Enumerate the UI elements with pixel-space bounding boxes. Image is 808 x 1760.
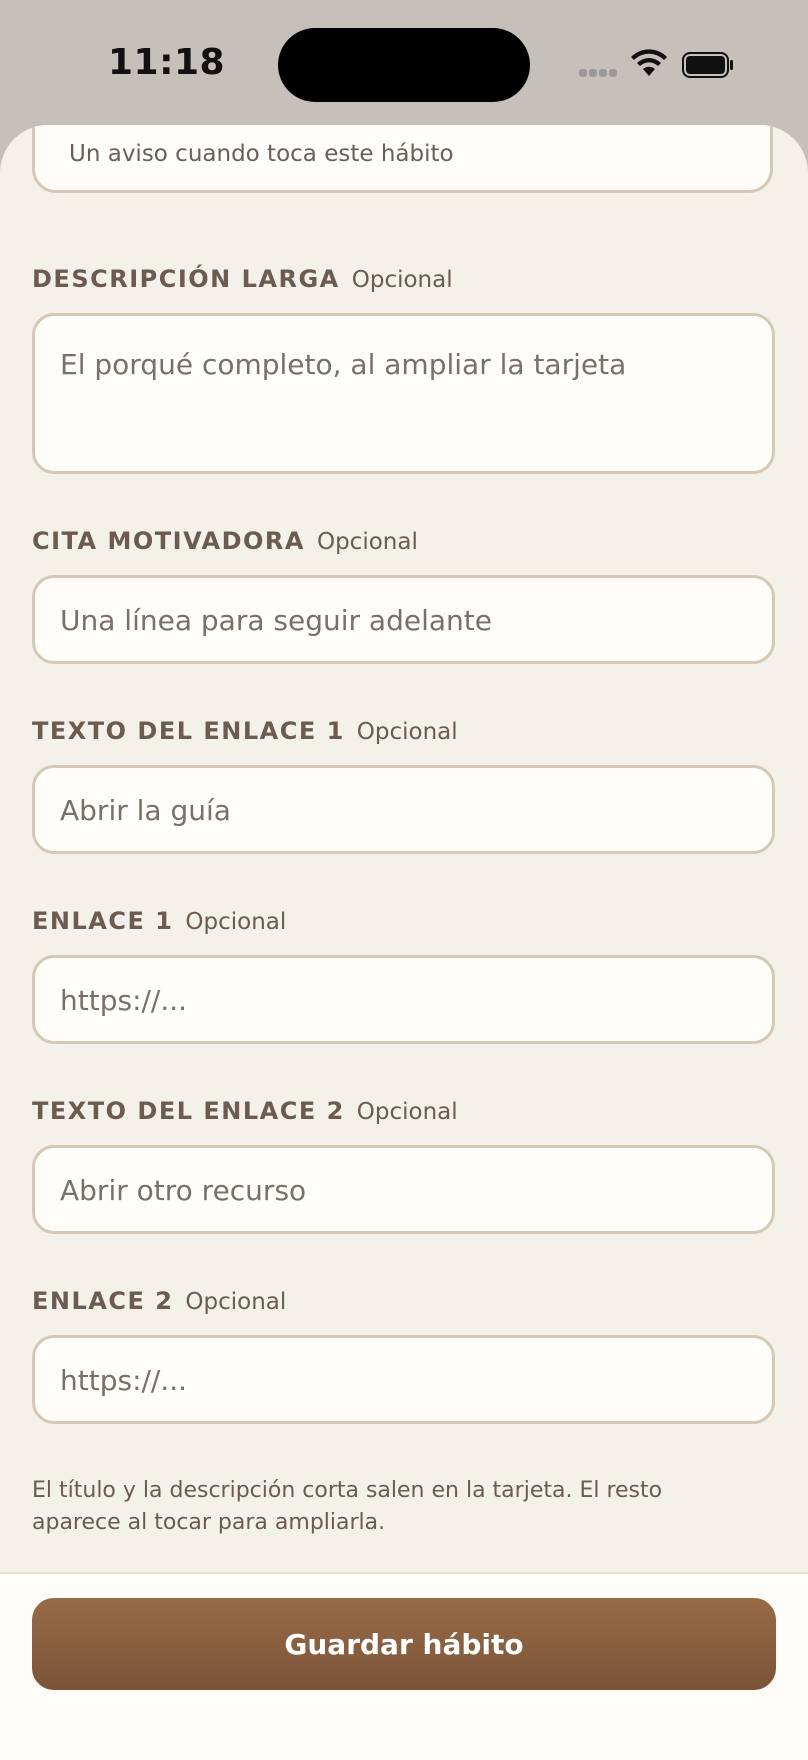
link2-text-label: TEXTO DEL ENLACE 2 bbox=[32, 1097, 345, 1125]
long-description-label: DESCRIPCIÓN LARGA bbox=[32, 265, 340, 293]
link2-text-label-row: TEXTO DEL ENLACE 2 Opcional bbox=[32, 1097, 458, 1125]
link1-text-placeholder: Abrir la guía bbox=[60, 794, 231, 827]
form-help-note: El título y la descripción corta salen e… bbox=[32, 1478, 663, 1535]
link1-text-label-row: TEXTO DEL ENLACE 1 Opcional bbox=[32, 717, 458, 745]
reminder-field[interactable]: Un aviso cuando toca este hábito bbox=[32, 125, 773, 193]
link1-label: ENLACE 1 bbox=[32, 907, 174, 935]
cellular-signal-icon bbox=[579, 69, 619, 79]
optional-tag: Opcional bbox=[356, 719, 458, 745]
optional-tag: Opcional bbox=[185, 1289, 287, 1315]
dynamic-island bbox=[278, 28, 530, 102]
reminder-field-text: Un aviso cuando toca este hábito bbox=[69, 141, 454, 167]
link2-input[interactable]: https://... bbox=[32, 1335, 775, 1424]
quote-label-row: CITA MOTIVADORA Opcional bbox=[32, 527, 418, 555]
quote-placeholder: Una línea para seguir adelante bbox=[60, 604, 492, 637]
link1-text-input[interactable]: Abrir la guía bbox=[32, 765, 775, 854]
optional-tag: Opcional bbox=[185, 909, 287, 935]
link1-text-label: TEXTO DEL ENLACE 1 bbox=[32, 717, 345, 745]
link2-text-input[interactable]: Abrir otro recurso bbox=[32, 1145, 775, 1234]
long-description-label-row: DESCRIPCIÓN LARGA Opcional bbox=[32, 265, 453, 293]
quote-label: CITA MOTIVADORA bbox=[32, 527, 305, 555]
battery-icon bbox=[682, 52, 733, 78]
link1-input[interactable]: https://... bbox=[32, 955, 775, 1044]
form-footer: Guardar hábito bbox=[0, 1572, 808, 1760]
link2-placeholder: https://... bbox=[60, 1364, 188, 1397]
quote-input[interactable]: Una línea para seguir adelante bbox=[32, 575, 775, 664]
optional-tag: Opcional bbox=[356, 1099, 458, 1125]
link1-placeholder: https://... bbox=[60, 984, 188, 1017]
status-time: 11:18 bbox=[108, 42, 226, 83]
optional-tag: Opcional bbox=[316, 529, 418, 555]
long-description-textarea[interactable]: El porqué completo, al ampliar la tarjet… bbox=[32, 313, 775, 474]
habit-form-sheet: Un aviso cuando toca este hábito DESCRIP… bbox=[0, 125, 808, 1758]
link1-label-row: ENLACE 1 Opcional bbox=[32, 907, 286, 935]
optional-tag: Opcional bbox=[351, 267, 453, 293]
long-description-placeholder: El porqué completo, al ampliar la tarjet… bbox=[60, 348, 627, 381]
link2-text-placeholder: Abrir otro recurso bbox=[60, 1174, 307, 1207]
wifi-icon bbox=[631, 49, 667, 76]
link2-label-row: ENLACE 2 Opcional bbox=[32, 1287, 286, 1315]
status-bar: 11:18 bbox=[0, 0, 808, 130]
link2-label: ENLACE 2 bbox=[32, 1287, 174, 1315]
save-habit-button[interactable]: Guardar hábito bbox=[32, 1598, 776, 1690]
